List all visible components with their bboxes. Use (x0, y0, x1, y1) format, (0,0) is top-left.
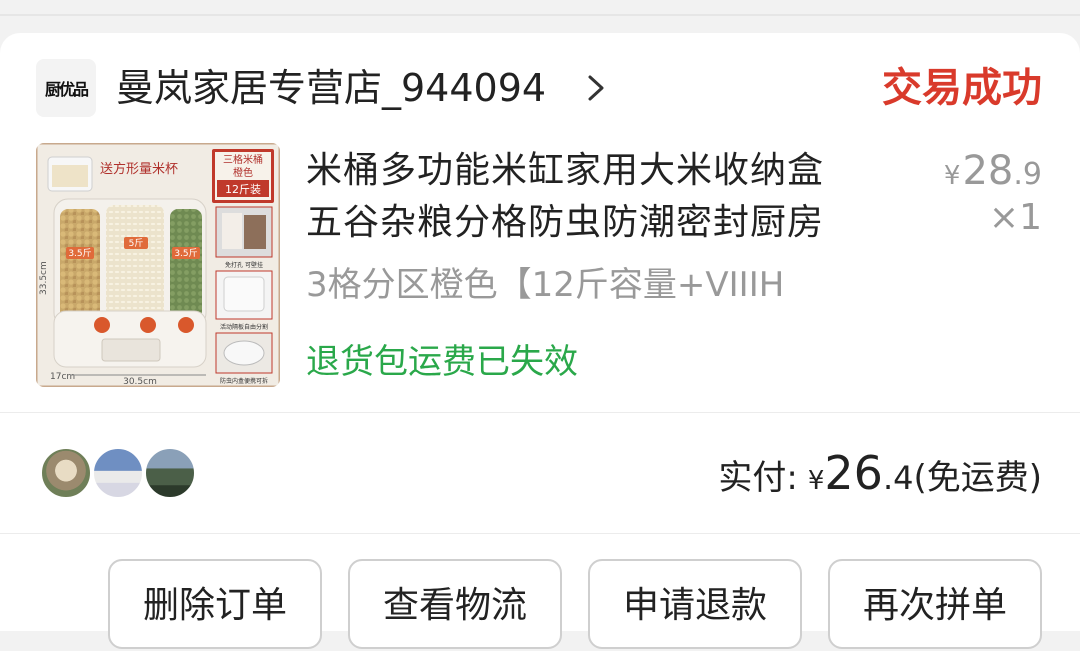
avatar (92, 447, 144, 499)
image-width-dim: 30.5cm (123, 377, 157, 387)
product-image[interactable]: 送方形量米杯 3.5斤 5斤 3.5斤 33.5cm 17cm 30.5cm 三… (36, 143, 280, 387)
request-refund-button[interactable]: 申请退款 (588, 559, 802, 649)
chevron-right-icon[interactable] (586, 74, 606, 102)
image-center-tag: 5斤 (129, 238, 144, 249)
image-badge-line2: 橙色 (233, 166, 253, 179)
image-badge-line1: 三格米桶 (223, 153, 263, 166)
order-status: 交易成功 (882, 65, 1042, 111)
image-left-tag: 3.5斤 (68, 248, 91, 259)
payment-amount-decimal: .4 (882, 459, 914, 497)
shipping-note: (免运费) (913, 458, 1042, 498)
payment-label: 实付: (718, 458, 798, 498)
unit-price-currency: ¥ (943, 161, 961, 191)
divider (0, 412, 1080, 413)
product-title-line1: 米桶多功能米缸家用大米收纳盒 (306, 150, 825, 191)
unit-price: ¥28.9 (944, 145, 1042, 197)
shop-name[interactable]: 曼岚家居专营店_944094 (116, 64, 546, 112)
view-logistics-button[interactable]: 查看物流 (348, 559, 562, 649)
image-thumb1-caption: 免打孔 可壁挂 (225, 261, 263, 269)
image-height-dim: 33.5cm (39, 261, 49, 295)
image-depth-dim: 17cm (50, 372, 75, 382)
unit-price-decimal: .9 (1013, 157, 1042, 192)
avatar (40, 447, 92, 499)
product-spec: 3格分区橙色【12斤容量+VIIIH (306, 265, 785, 305)
image-right-tag: 3.5斤 (174, 248, 197, 259)
product-illustration: 送方形量米杯 3.5斤 5斤 3.5斤 33.5cm 17cm 30.5cm 三… (36, 143, 280, 387)
product-title[interactable]: 米桶多功能米缸家用大米收纳盒 五谷杂粮分格防虫防潮密封厨房 (306, 145, 906, 249)
buy-again-button[interactable]: 再次拼单 (828, 559, 1042, 649)
group-avatars[interactable] (40, 447, 200, 499)
product-title-line2: 五谷杂粮分格防虫防潮密封厨房 (306, 202, 825, 243)
delete-order-button[interactable]: 删除订单 (108, 559, 322, 649)
image-cup-label: 送方形量米杯 (100, 161, 178, 177)
top-divider (0, 14, 1080, 16)
payment-summary: 实付: ¥26.4(免运费) (718, 444, 1042, 502)
image-thumb2-caption: 活动隔板自由分割 (220, 323, 268, 331)
unit-price-integer: 28 (962, 148, 1014, 194)
return-insurance-status: 退货包运费已失效 (306, 342, 578, 382)
shop-logo[interactable]: 厨优品 (36, 59, 96, 117)
image-thumb3-caption: 防虫内盒便携可拆 (220, 377, 268, 385)
quantity: ×1 (988, 197, 1042, 238)
divider (0, 533, 1080, 534)
payment-currency: ¥ (807, 466, 825, 496)
avatar (144, 447, 196, 499)
shop-logo-text: 厨优品 (44, 80, 89, 99)
payment-amount-integer: 26 (824, 446, 883, 500)
image-badge-line3: 12斤装 (225, 183, 261, 196)
